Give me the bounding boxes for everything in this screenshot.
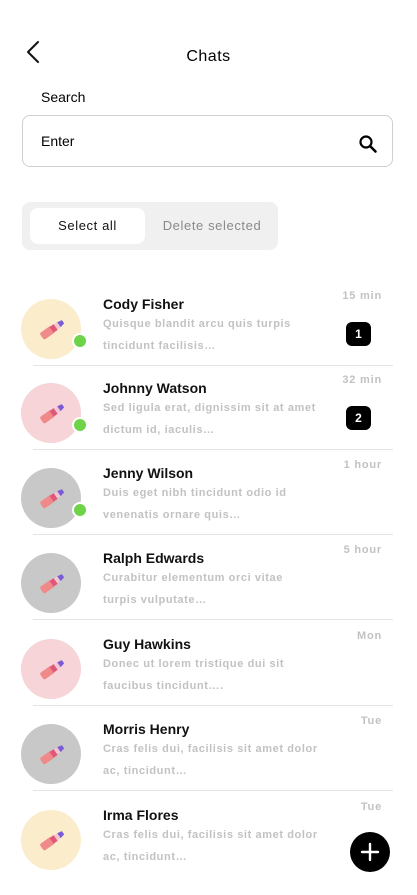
message-preview: Curabitur elementum orci vitae turpis vu… bbox=[103, 572, 283, 606]
new-chat-button[interactable] bbox=[350, 832, 390, 872]
contact-name: Irma Flores bbox=[103, 807, 179, 823]
message-preview: Donec ut lorem tristique dui sit faucibu… bbox=[103, 658, 285, 692]
contact-name: Ralph Edwards bbox=[103, 550, 205, 566]
lipstick-icon bbox=[40, 574, 65, 594]
message-time: Mon bbox=[356, 630, 382, 642]
avatar bbox=[21, 553, 81, 613]
avatar bbox=[21, 639, 81, 699]
message-time: 1 hour bbox=[343, 459, 382, 471]
message-preview: Sed ligula erat, dignissim sit at amet d… bbox=[103, 402, 316, 436]
header: Chats bbox=[0, 0, 417, 90]
divider bbox=[33, 449, 393, 450]
message-preview: Quisque blandit arcu quis turpis tincidu… bbox=[103, 318, 291, 352]
lipstick-icon bbox=[40, 489, 65, 509]
lipstick-icon bbox=[40, 660, 65, 680]
message-preview: Cras felis dui, facilisis sit amet dolor… bbox=[103, 743, 318, 777]
page-title: Chats bbox=[186, 48, 231, 65]
plus-icon bbox=[360, 842, 380, 862]
chat-list-item[interactable]: Guy Hawkins Donec ut lorem tristique dui … bbox=[0, 622, 417, 706]
online-status-indicator bbox=[72, 502, 88, 518]
message-time: 15 min bbox=[342, 290, 382, 302]
chat-list-item[interactable]: Johnny Watson Sed ligula erat, dignissim … bbox=[0, 366, 417, 450]
contact-name: Guy Hawkins bbox=[103, 636, 191, 652]
unread-count-badge: 2 bbox=[346, 406, 371, 430]
contact-name: Jenny Wilson bbox=[103, 465, 194, 481]
chat-list-item[interactable]: Cody Fisher Quisque blandit arcu quis tur… bbox=[0, 282, 417, 366]
divider bbox=[33, 619, 393, 620]
chat-list-item[interactable]: Jenny Wilson Duis eget nibh tincidunt odi… bbox=[0, 451, 417, 535]
delete-selected-button[interactable]: Delete selected bbox=[153, 208, 271, 244]
avatar bbox=[21, 810, 81, 870]
unread-count-badge: 1 bbox=[346, 322, 371, 346]
contact-name: Johnny Watson bbox=[103, 380, 207, 396]
search-label: Search bbox=[41, 89, 86, 105]
lipstick-icon bbox=[40, 404, 65, 424]
avatar bbox=[21, 468, 81, 528]
lipstick-icon bbox=[40, 745, 65, 765]
avatar bbox=[21, 299, 81, 359]
online-status-indicator bbox=[72, 417, 88, 433]
contact-name: Morris Henry bbox=[103, 721, 190, 737]
chat-list-item[interactable]: Ralph Edwards Curabitur elementum orci vi… bbox=[0, 536, 417, 620]
search-box bbox=[22, 115, 393, 167]
message-preview: Duis eget nibh tincidunt odio id venenat… bbox=[103, 487, 287, 521]
avatar bbox=[21, 724, 81, 784]
lipstick-icon bbox=[40, 320, 65, 340]
divider bbox=[33, 705, 393, 706]
divider bbox=[33, 790, 393, 791]
chat-list-item[interactable]: Morris Henry Cras felis dui, facilisis si… bbox=[0, 707, 417, 791]
selection-toggle: Select all Delete selected bbox=[22, 202, 278, 250]
message-time: 32 min bbox=[342, 374, 382, 386]
search-input[interactable] bbox=[41, 128, 341, 154]
contact-name: Cody Fisher bbox=[103, 296, 184, 312]
select-all-button[interactable]: Select all bbox=[30, 208, 145, 244]
online-status-indicator bbox=[72, 333, 88, 349]
message-time: Tue bbox=[360, 715, 382, 727]
message-time: 5 hour bbox=[343, 544, 382, 556]
message-preview: Cras felis dui, facilisis sit amet dolor… bbox=[103, 829, 318, 863]
search-icon[interactable] bbox=[358, 134, 378, 154]
lipstick-icon bbox=[40, 831, 65, 851]
divider bbox=[33, 534, 393, 535]
message-time: Tue bbox=[360, 801, 382, 813]
avatar bbox=[21, 383, 81, 443]
